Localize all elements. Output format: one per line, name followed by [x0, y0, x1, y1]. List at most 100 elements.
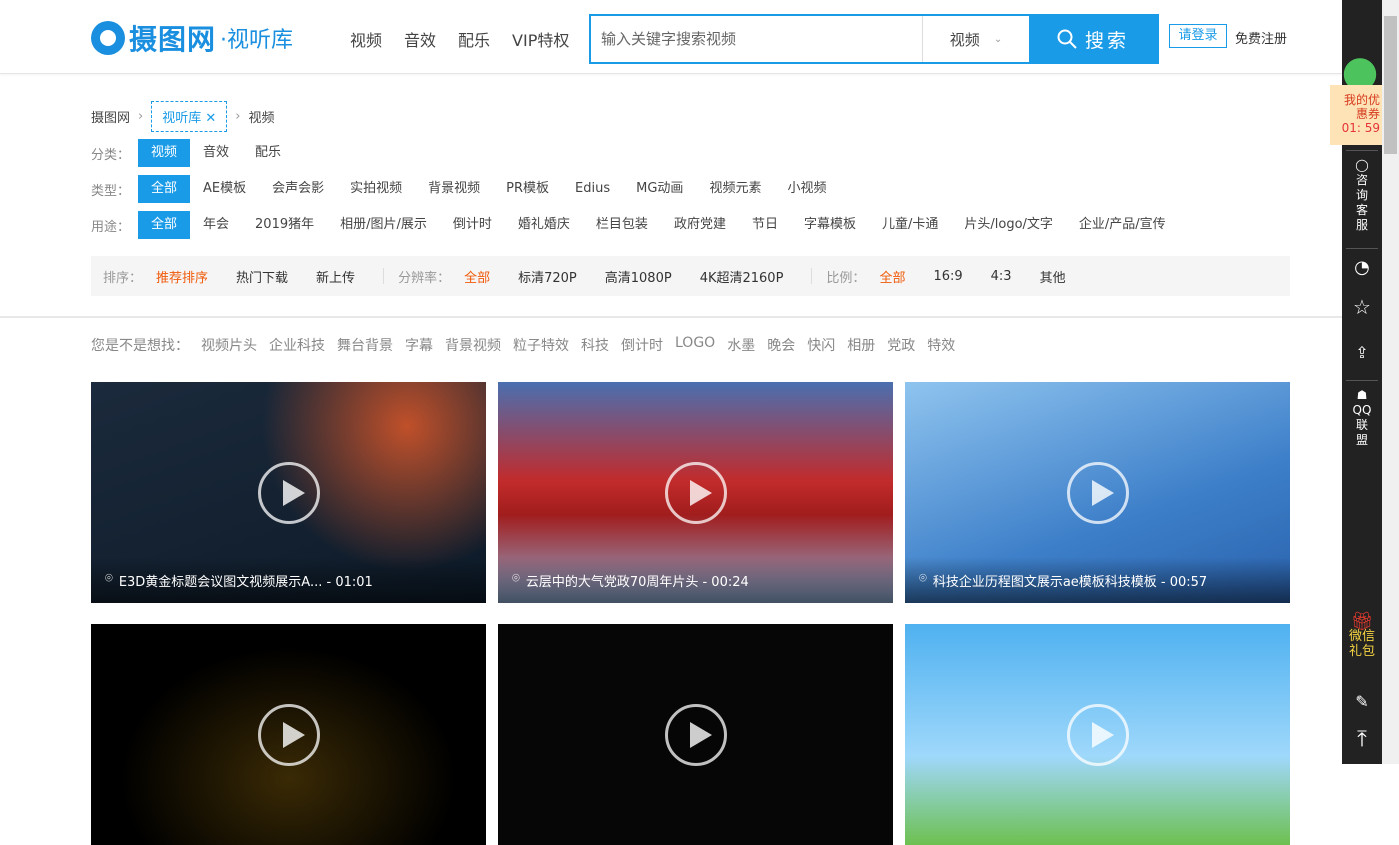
filter-option[interactable]: 全部: [138, 175, 190, 203]
search-type-value: 视频: [950, 29, 980, 50]
login-button[interactable]: 请登录: [1169, 24, 1227, 48]
suggest-item[interactable]: 背景视频: [445, 335, 501, 355]
filter-option[interactable]: 会声会影: [259, 175, 337, 203]
suggest-item[interactable]: 快闪: [807, 335, 835, 355]
filter-option[interactable]: 背景视频: [415, 175, 493, 203]
filter-option[interactable]: 节日: [739, 211, 791, 239]
suggest-item[interactable]: 粒子特效: [513, 335, 569, 355]
nav-vip[interactable]: VIP特权: [512, 27, 569, 51]
coupon-label: 我的优惠券: [1340, 93, 1380, 121]
suggest-item[interactable]: 特效: [927, 335, 955, 355]
filter-option[interactable]: 2019猪年: [242, 211, 327, 239]
filter-option[interactable]: 音效: [190, 139, 242, 167]
logo[interactable]: 摄图网 ·视听库: [91, 18, 293, 58]
scrollbar-thumb[interactable]: [1384, 16, 1397, 154]
suggest-item[interactable]: 倒计时: [621, 335, 663, 355]
upload-icon[interactable]: ⇪: [1342, 345, 1382, 360]
res-1080[interactable]: 高清1080P: [605, 267, 672, 286]
play-icon[interactable]: [258, 462, 320, 524]
search-input[interactable]: [591, 16, 922, 62]
ratio-other[interactable]: 其他: [1040, 267, 1066, 286]
close-icon[interactable]: ✕: [205, 111, 216, 126]
filter-option[interactable]: AE模板: [190, 175, 259, 203]
history-icon[interactable]: ◔: [1342, 260, 1382, 275]
nav-video[interactable]: 视频: [350, 27, 382, 51]
play-icon[interactable]: [1067, 704, 1129, 766]
filter-option[interactable]: 全部: [138, 211, 190, 239]
chevron-right-icon: ›: [138, 109, 143, 124]
suggest-item[interactable]: 相册: [847, 335, 875, 355]
card-caption: ⌾云层中的大气党政70周年片头 - 00:24: [498, 557, 893, 603]
filter-option[interactable]: 视频元素: [696, 175, 774, 203]
search-button[interactable]: 搜索: [1029, 16, 1157, 62]
filter-option[interactable]: Edius: [562, 175, 623, 203]
res-720[interactable]: 标清720P: [518, 267, 577, 286]
logo-text: 摄图网: [129, 18, 216, 58]
wechat-label: 微信礼包: [1349, 629, 1375, 659]
video-card[interactable]: ⌾云层中的大气党政70周年片头 - 00:24: [498, 382, 893, 603]
filter-option[interactable]: 视频: [138, 139, 190, 167]
filter-option[interactable]: 字幕模板: [791, 211, 869, 239]
filter-option[interactable]: 实拍视频: [337, 175, 415, 203]
filter-option[interactable]: 年会: [190, 211, 242, 239]
logo-subtitle: ·视听库: [220, 22, 293, 54]
register-link[interactable]: 免费注册: [1235, 28, 1287, 47]
main-nav: 视频 音效 配乐 VIP特权: [350, 27, 569, 51]
filter-option[interactable]: 小视频: [774, 175, 839, 203]
suggest-item[interactable]: LOGO: [675, 335, 715, 355]
nav-sound[interactable]: 音效: [404, 27, 436, 51]
back-to-top-icon[interactable]: ⤒: [1342, 732, 1382, 747]
sort-new[interactable]: 新上传: [316, 267, 355, 286]
card-title: 科技企业历程图文展示ae模板科技模板 - 00:57: [933, 571, 1207, 603]
res-2160[interactable]: 4K超清2160P: [700, 267, 784, 286]
filter-option[interactable]: 倒计时: [440, 211, 505, 239]
sort-recommended[interactable]: 推荐排序: [156, 267, 208, 286]
filter-option[interactable]: 政府党建: [661, 211, 739, 239]
customer-service-button[interactable]: ◯咨询客服: [1342, 158, 1382, 233]
video-card[interactable]: [905, 624, 1290, 845]
suggest-item[interactable]: 水墨: [727, 335, 755, 355]
filter-option[interactable]: 配乐: [242, 139, 294, 167]
suggest-item[interactable]: 视频片头: [201, 335, 257, 355]
play-icon[interactable]: [665, 704, 727, 766]
suggest-item[interactable]: 字幕: [405, 335, 433, 355]
breadcrumb-tag[interactable]: 视听库 ✕: [151, 101, 227, 132]
ratio-16-9[interactable]: 16:9: [933, 269, 962, 284]
filter-option[interactable]: MG动画: [623, 175, 696, 203]
sort-popular[interactable]: 热门下载: [236, 267, 288, 286]
filter-row: 用途：全部年会2019猪年相册/图片/展示倒计时婚礼婚庆栏目包装政府党建节日字幕…: [91, 211, 1179, 239]
breadcrumb-home[interactable]: 摄图网: [91, 107, 130, 126]
search-type-select[interactable]: 视频 ⌄: [922, 16, 1029, 62]
tag-label: 视听库: [162, 111, 201, 126]
qq-alliance-button[interactable]: ☗QQ联盟: [1342, 388, 1382, 448]
suggest-item[interactable]: 企业科技: [269, 335, 325, 355]
suggest-item[interactable]: 晚会: [767, 335, 795, 355]
video-card[interactable]: ⌾科技企业历程图文展示ae模板科技模板 - 00:57: [905, 382, 1290, 603]
suggest-item[interactable]: 科技: [581, 335, 609, 355]
suggest-item[interactable]: 舞台背景: [337, 335, 393, 355]
filter-option[interactable]: 婚礼婚庆: [505, 211, 583, 239]
wechat-gift-button[interactable]: 🎁︎微信礼包: [1342, 614, 1382, 659]
suggest-item[interactable]: 党政: [887, 335, 915, 355]
play-icon[interactable]: [665, 462, 727, 524]
filter-option[interactable]: 片头/logo/文字: [951, 211, 1066, 239]
video-card[interactable]: ⌾E3D黄金标题会议图文视频展示A... - 01:01: [91, 382, 486, 603]
play-icon[interactable]: [1067, 462, 1129, 524]
filter-option[interactable]: 相册/图片/展示: [327, 211, 440, 239]
chevron-down-icon: ⌄: [994, 34, 1002, 45]
star-icon[interactable]: ☆: [1342, 300, 1382, 315]
coupon-button[interactable]: 我的优惠券01: 59: [1330, 85, 1382, 145]
filter-option[interactable]: 儿童/卡通: [869, 211, 951, 239]
ratio-4-3[interactable]: 4:3: [991, 269, 1012, 284]
resolution-label: 分辨率：: [398, 267, 450, 286]
filter-option[interactable]: 企业/产品/宣传: [1066, 211, 1179, 239]
video-card[interactable]: [91, 624, 486, 845]
video-card[interactable]: [498, 624, 893, 845]
ratio-all[interactable]: 全部: [879, 267, 905, 286]
play-icon[interactable]: [258, 704, 320, 766]
res-all[interactable]: 全部: [464, 267, 490, 286]
nav-music[interactable]: 配乐: [458, 27, 490, 51]
filter-option[interactable]: 栏目包装: [583, 211, 661, 239]
filter-option[interactable]: PR模板: [493, 175, 562, 203]
feedback-icon[interactable]: ✎: [1342, 694, 1382, 709]
